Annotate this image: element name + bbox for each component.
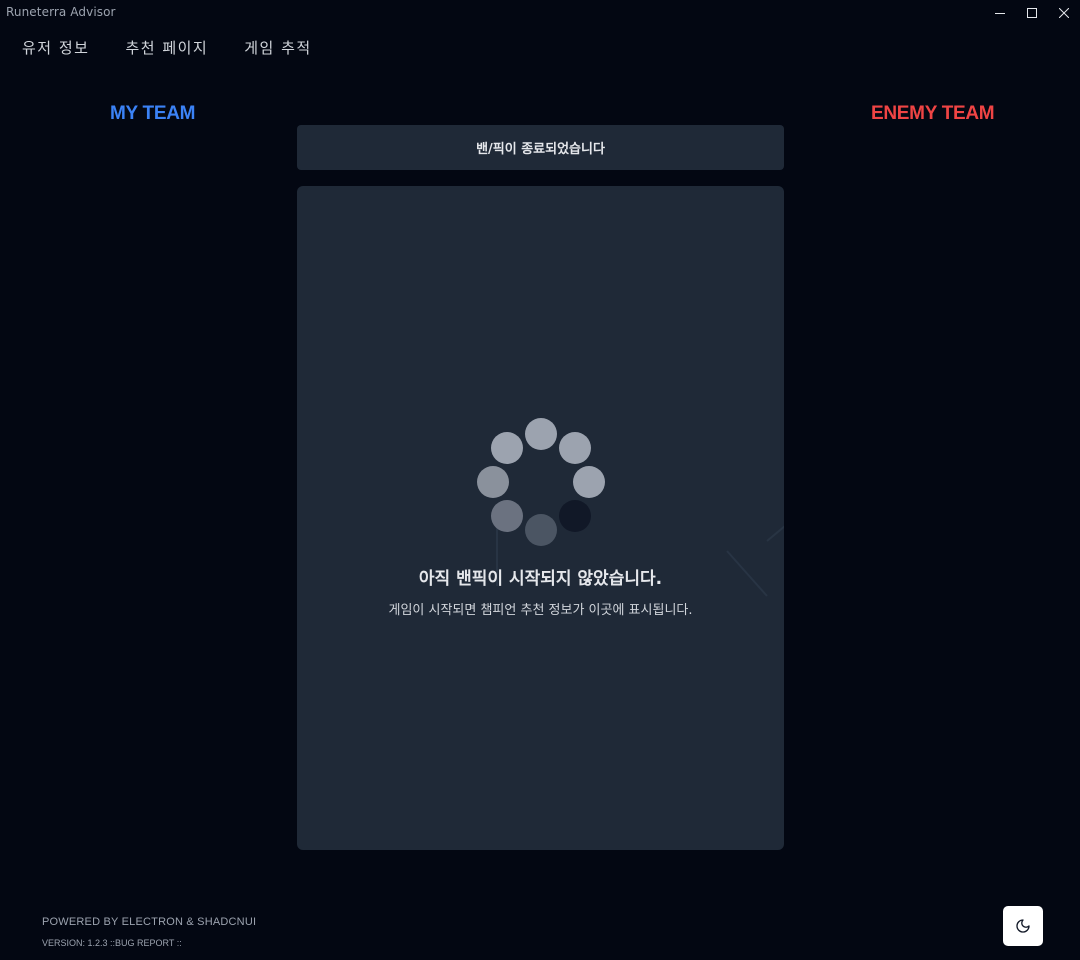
maximize-button[interactable] (1016, 0, 1048, 26)
empty-state-title: 아직 밴픽이 시작되지 않았습니다. (418, 569, 663, 589)
main-nav: 유저 정보 추천 페이지 게임 추적 (22, 38, 312, 58)
minimize-icon (995, 13, 1005, 14)
app-window: Runeterra Advisor 유저 정보 추천 페이지 게임 추적 MY … (0, 0, 1080, 960)
nav-item-recommend-page[interactable]: 추천 페이지 (125, 38, 208, 58)
footer-version[interactable]: VERSION: 1.2.3 ::BUG REPORT :: (42, 938, 182, 948)
ban-pick-status-box: 밴/픽이 종료되었습니다 (297, 125, 784, 170)
spinner-dot (491, 432, 523, 464)
close-icon (1059, 8, 1069, 18)
ban-pick-status-text: 밴/픽이 종료되었습니다 (476, 142, 605, 157)
theme-toggle-button[interactable] (1003, 906, 1043, 946)
close-button[interactable] (1048, 0, 1080, 26)
minimize-button[interactable] (984, 0, 1016, 26)
spinner-dot (525, 418, 557, 450)
spinner-dot (491, 500, 523, 532)
maximize-icon (1027, 8, 1037, 18)
footer-powered-by: POWERED BY ELECTRON & SHADCNUI (42, 916, 257, 928)
loading-spinner-icon (297, 186, 784, 850)
spinner-dot (559, 432, 591, 464)
spinner-dot (525, 514, 557, 546)
title-bar[interactable]: Runeterra Advisor (0, 0, 1080, 26)
nav-item-game-tracking[interactable]: 게임 추적 (244, 38, 311, 58)
recommendation-panel: 아직 밴픽이 시작되지 않았습니다. 게임이 시작되면 챔피언 추천 정보가 이… (297, 186, 784, 850)
empty-state-subtitle: 게임이 시작되면 챔피언 추천 정보가 이곳에 표시됩니다. (388, 603, 693, 618)
enemy-team-label: ENEMY TEAM (871, 103, 995, 124)
nav-item-user-info[interactable]: 유저 정보 (22, 38, 89, 58)
window-controls (984, 0, 1080, 26)
window-title: Runeterra Advisor (6, 5, 116, 19)
moon-icon (1016, 919, 1030, 933)
spinner-dot (477, 466, 509, 498)
my-team-label: MY TEAM (110, 103, 196, 124)
spinner-dot (573, 466, 605, 498)
spinner-dot (559, 500, 591, 532)
